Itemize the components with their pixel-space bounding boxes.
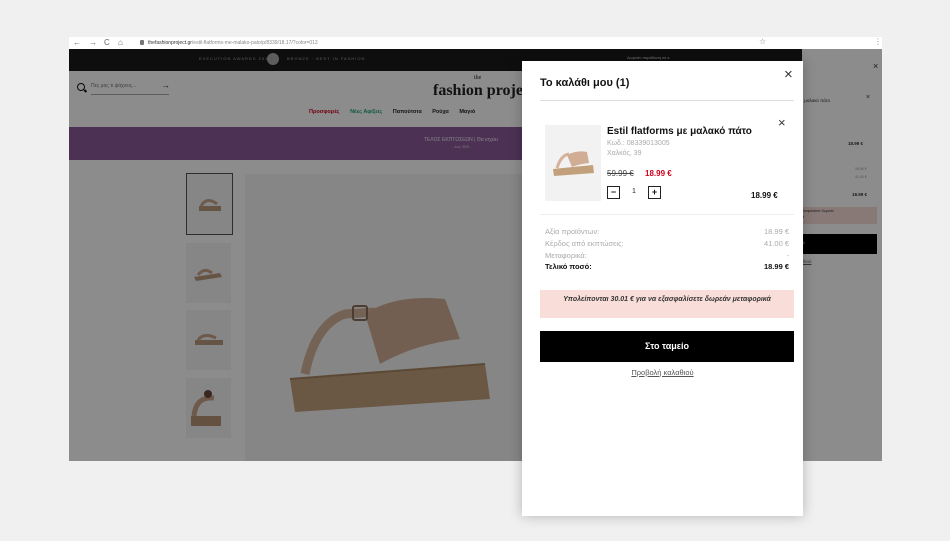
reload-icon[interactable]: C	[104, 38, 110, 48]
quantity-increase-button[interactable]: +	[648, 186, 661, 199]
summary-row-total: Τελικό ποσό: 18.99 €	[545, 262, 789, 271]
cart-panel: Το καλάθι μου (1) × Estil flatforms με μ…	[522, 61, 803, 516]
cart-item-old-price: 59.99 €	[607, 169, 634, 178]
summary-value: 18.99 €	[763, 227, 789, 236]
remove-item-icon[interactable]: ×	[778, 115, 786, 130]
sandal-image-icon	[553, 151, 594, 176]
cart-item-line-total: 18.99 €	[751, 191, 778, 200]
browser-toolbar: ← → C ⌂ thefashionproject.gr/estil-flatf…	[69, 37, 882, 49]
bookmark-star-icon[interactable]: ☆	[759, 37, 766, 46]
home-icon[interactable]: ⌂	[118, 38, 123, 48]
menu-kebab-icon[interactable]: ⋮	[874, 37, 882, 46]
cart-title: Το καλάθι μου (1)	[540, 77, 630, 89]
view-cart-link[interactable]: Προβολή καλαθιού	[522, 368, 803, 377]
lock-icon	[140, 40, 144, 45]
summary-label: Τελικό ποσό:	[545, 262, 592, 271]
forward-icon[interactable]: →	[89, 38, 97, 48]
cart-divider	[540, 100, 794, 101]
summary-label: Μεταφορικά:	[545, 251, 587, 260]
cart-item-image[interactable]	[545, 125, 601, 201]
items-divider	[540, 214, 794, 215]
address-bar[interactable]: thefashionproject.gr/estil-flatforms-me-…	[148, 39, 318, 47]
cart-close-icon[interactable]: ×	[784, 65, 793, 85]
summary-value: -	[786, 251, 790, 260]
cart-item-variant: Χαλκός, 39	[607, 150, 642, 157]
summary-label: Κέρδος από εκπτώσεις:	[545, 239, 624, 248]
summary-row-discount: Κέρδος από εκπτώσεις: 41.00 €	[545, 239, 789, 248]
summary-label: Αξία προϊόντων:	[545, 227, 600, 236]
cart-item-code: Κωδ.: 08339013005	[607, 140, 670, 147]
summary-value: 41.00 €	[763, 239, 789, 248]
free-shipping-notice: Υπολείπονται 30.01 € για να εξασφαλίσετε…	[540, 290, 794, 318]
url-path: /estil-flatforms-me-malako-pato/p/8339/1…	[191, 40, 318, 46]
back-icon[interactable]: ←	[73, 38, 81, 48]
cart-item-sale-price: 18.99 €	[645, 169, 672, 178]
summary-value: 18.99 €	[763, 262, 789, 271]
quantity-decrease-button[interactable]: −	[607, 186, 620, 199]
checkout-button[interactable]: Στο ταμείο	[540, 331, 794, 362]
cart-item-name[interactable]: Estil flatforms με μαλακό πάτο	[607, 126, 752, 137]
url-host: thefashionproject.gr	[148, 40, 192, 46]
summary-row-shipping: Μεταφορικά: -	[545, 251, 789, 260]
summary-row-products: Αξία προϊόντων: 18.99 €	[545, 227, 789, 236]
quantity-value: 1	[632, 188, 636, 195]
